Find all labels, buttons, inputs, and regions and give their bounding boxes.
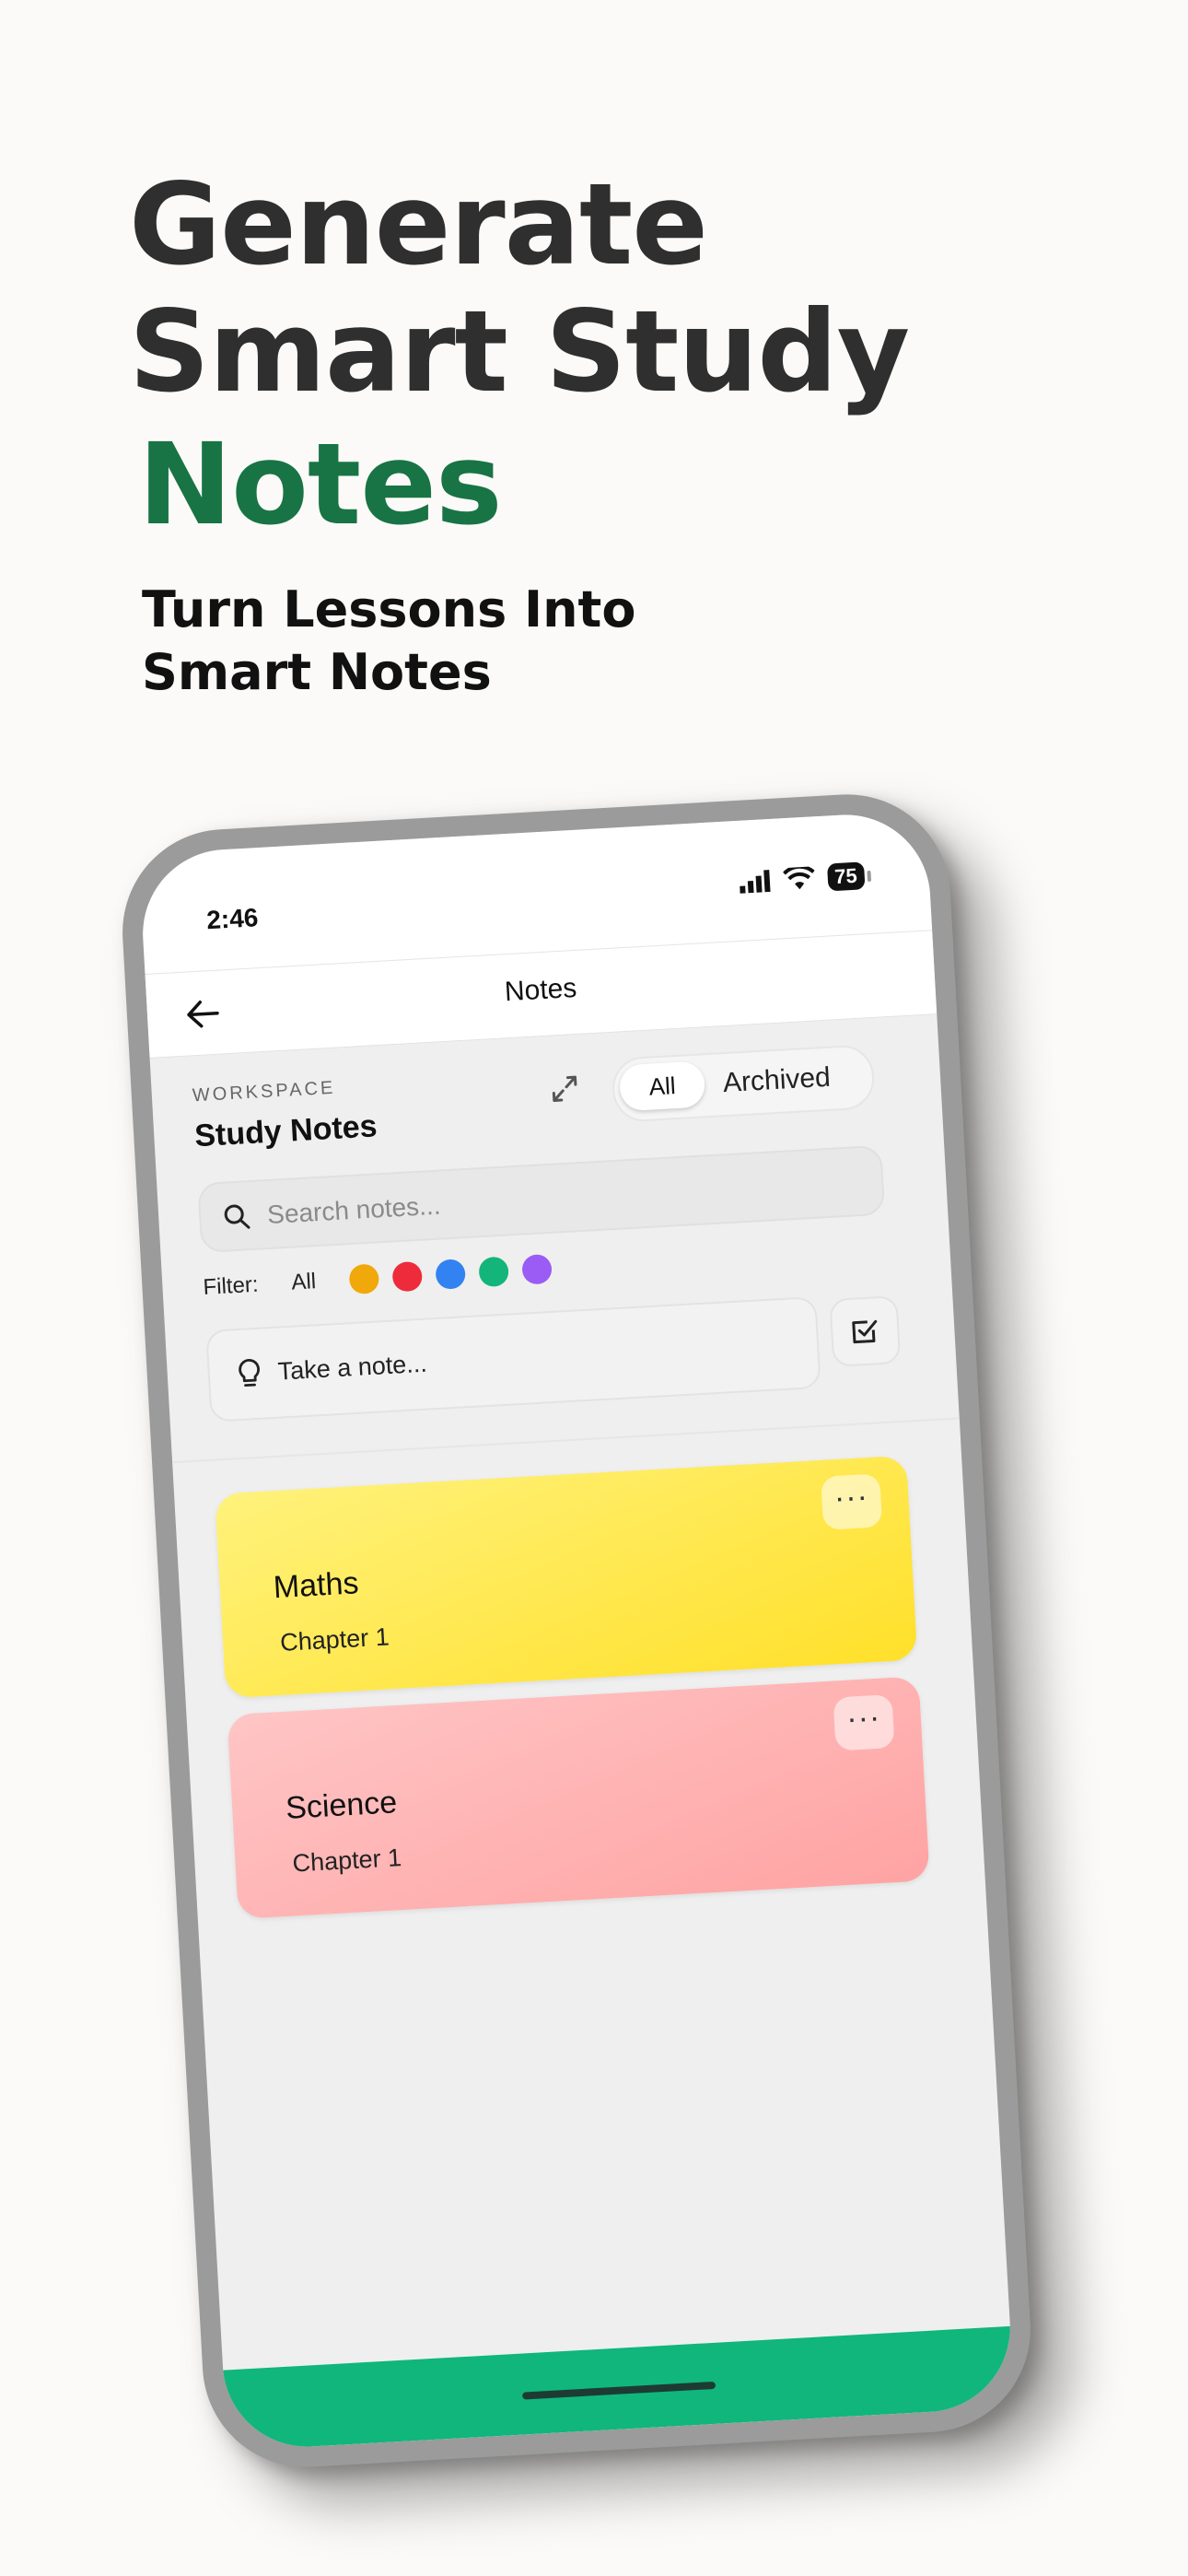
filter-color-blue[interactable] [434,1259,466,1290]
phone-screen: 2:46 75 Notes WORKSPACE Study Notes All … [138,810,1015,2452]
hero-line-1: Generate [129,159,708,290]
hero-subtitle-line-2: Smart Notes [142,643,492,701]
phone-mockup: 2:46 75 Notes WORKSPACE Study Notes All … [117,789,1036,2473]
note-title: Maths [272,1565,360,1606]
search-icon [224,1204,250,1229]
note-subtitle: Chapter 1 [279,1622,390,1657]
filter-all-option[interactable]: All [291,1269,317,1295]
workspace-label: WORKSPACE [192,1077,336,1107]
hero-subtitle: Turn Lessons Into Smart Notes [142,579,635,704]
wifi-icon [782,866,815,890]
section-divider [172,1417,960,1464]
search-bar [197,1144,886,1254]
note-card[interactable]: Science Chapter 1 ··· [227,1676,930,1919]
battery-indicator: 75 [826,861,866,892]
filter-color-yellow[interactable] [348,1263,379,1295]
filter-color-green[interactable] [477,1256,509,1288]
home-indicator[interactable] [522,2381,716,2400]
note-card[interactable]: Maths Chapter 1 ··· [215,1455,918,1699]
checkbox-icon [852,1319,878,1344]
search-input[interactable] [263,1148,860,1250]
filter-label: Filter: [202,1271,260,1301]
segment-archived[interactable]: Archived [721,1048,832,1113]
status-time: 2:46 [205,903,260,935]
note-subtitle: Chapter 1 [291,1844,402,1878]
note-title: Science [285,1785,399,1826]
hero-line-2: Smart Study [129,287,910,417]
signal-icon [739,870,771,894]
hero-line-3: Notes [138,419,503,550]
status-icons: 75 [739,861,866,896]
filter-color-purple[interactable] [520,1253,553,1285]
lightbulb-icon [239,1359,260,1388]
view-segmented-control: All Archived [611,1044,876,1123]
hero-headline: Generate Smart Study Notes [129,159,910,550]
take-note-placeholder: Take a note... [276,1349,428,1386]
new-checklist-button[interactable] [829,1294,902,1368]
workspace-title: Study Notes [193,1108,379,1154]
hero-subtitle-line-1: Turn Lessons Into [142,580,636,638]
take-note-input[interactable]: Take a note... [205,1295,821,1423]
more-options-icon[interactable]: ··· [821,1473,883,1530]
expand-icon[interactable] [547,1071,582,1107]
color-filter: Filter: All [203,1253,566,1303]
more-options-icon[interactable]: ··· [833,1693,895,1751]
filter-color-red[interactable] [391,1260,423,1293]
segment-all[interactable]: All [618,1060,706,1112]
